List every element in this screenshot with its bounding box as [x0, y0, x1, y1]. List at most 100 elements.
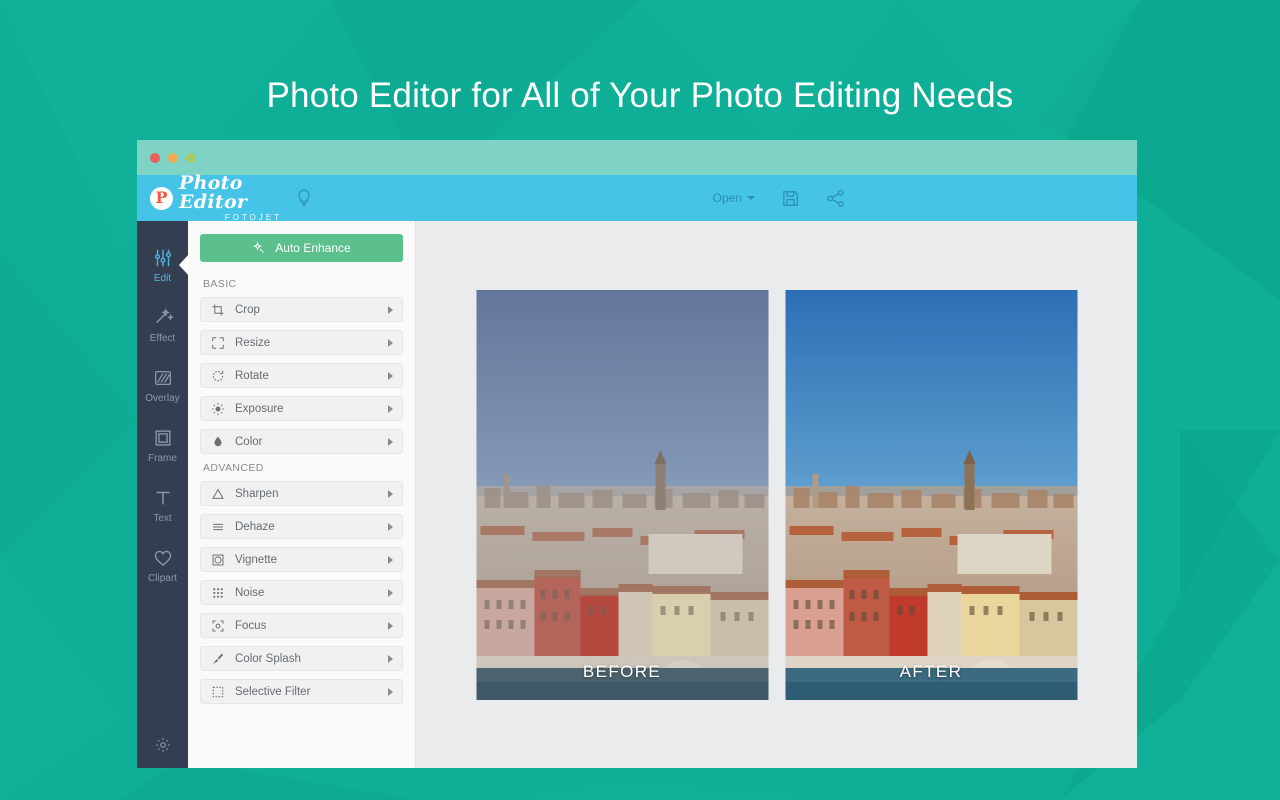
- sidebar-item-label: Clipart: [148, 573, 177, 584]
- tool-label: Focus: [235, 620, 388, 632]
- sidebar-item-effect[interactable]: Effect: [137, 295, 188, 355]
- save-button[interactable]: [781, 189, 800, 208]
- tool-focus[interactable]: Focus: [200, 613, 403, 638]
- share-icon: [826, 189, 845, 208]
- sliders-icon: [152, 247, 174, 269]
- frame-icon: [152, 427, 174, 449]
- chevron-right-icon: [388, 490, 393, 498]
- sidebar-item-clipart[interactable]: Clipart: [137, 535, 188, 595]
- chevron-right-icon: [388, 438, 393, 446]
- section-label-basic: BASIC: [203, 278, 403, 290]
- tool-label: Resize: [235, 337, 388, 349]
- brightness-icon: [211, 402, 225, 416]
- tool-sharpen[interactable]: Sharpen: [200, 481, 403, 506]
- sparkle-icon: [252, 241, 266, 255]
- chevron-right-icon: [388, 306, 393, 314]
- brush-icon: [211, 652, 225, 666]
- tool-selective-filter[interactable]: Selective Filter: [200, 679, 403, 704]
- editor-canvas[interactable]: BEFORE: [416, 221, 1137, 768]
- tool-label: Noise: [235, 587, 388, 599]
- sidebar-item-overlay[interactable]: Overlay: [137, 355, 188, 415]
- lightbulb-icon: [296, 189, 312, 207]
- chevron-right-icon: [388, 523, 393, 531]
- after-label: AFTER: [785, 662, 1077, 682]
- chevron-right-icon: [388, 688, 393, 696]
- photo-before[interactable]: BEFORE: [476, 290, 768, 700]
- section-label-advanced: ADVANCED: [203, 462, 403, 474]
- tool-label: Exposure: [235, 403, 388, 415]
- tool-noise[interactable]: Noise: [200, 580, 403, 605]
- app-logo: P Photo Editor FOTOJET: [137, 174, 282, 222]
- tool-label: Color Splash: [235, 653, 388, 665]
- open-menu[interactable]: Open: [713, 191, 755, 205]
- logo-subtitle: FOTOJET: [179, 214, 282, 222]
- tool-crop[interactable]: Crop: [200, 297, 403, 322]
- window-minimize-button[interactable]: [168, 153, 178, 163]
- primary-nav-rail: Edit Effect Overlay: [137, 221, 188, 768]
- tool-dehaze[interactable]: Dehaze: [200, 514, 403, 539]
- sidebar-item-text[interactable]: Text: [137, 475, 188, 535]
- tool-color-splash[interactable]: Color Splash: [200, 646, 403, 671]
- lines-icon: [211, 520, 225, 534]
- window-titlebar: [137, 140, 1137, 175]
- chevron-right-icon: [388, 339, 393, 347]
- chevron-right-icon: [388, 405, 393, 413]
- auto-enhance-label: Auto Enhance: [275, 241, 350, 255]
- app-window: P Photo Editor FOTOJET Open: [137, 140, 1137, 768]
- magic-wand-icon: [152, 307, 174, 329]
- tool-label: Dehaze: [235, 521, 388, 533]
- tool-label: Color: [235, 436, 388, 448]
- droplet-icon: [211, 435, 225, 449]
- sidebar-item-edit[interactable]: Edit: [137, 235, 188, 295]
- sidebar-item-label: Overlay: [145, 393, 179, 404]
- sidebar-item-label: Edit: [154, 273, 171, 284]
- logo-title: Photo Editor: [179, 174, 282, 212]
- tool-label: Crop: [235, 304, 388, 316]
- window-close-button[interactable]: [150, 153, 160, 163]
- tool-label: Selective Filter: [235, 686, 388, 698]
- rotate-icon: [211, 369, 225, 383]
- tool-vignette[interactable]: Vignette: [200, 547, 403, 572]
- tool-label: Sharpen: [235, 488, 388, 500]
- tips-button[interactable]: [296, 189, 312, 207]
- tool-label: Vignette: [235, 554, 388, 566]
- resize-icon: [211, 336, 225, 350]
- open-menu-label: Open: [713, 191, 742, 205]
- overlay-icon: [152, 367, 174, 389]
- dashed-square-icon: [211, 685, 225, 699]
- tool-exposure[interactable]: Exposure: [200, 396, 403, 421]
- chevron-right-icon: [388, 589, 393, 597]
- vignette-icon: [211, 553, 225, 567]
- before-image: [476, 290, 768, 700]
- tool-label: Rotate: [235, 370, 388, 382]
- sidebar-item-label: Text: [153, 513, 171, 524]
- auto-enhance-button[interactable]: Auto Enhance: [200, 234, 403, 262]
- tool-color[interactable]: Color: [200, 429, 403, 454]
- before-label: BEFORE: [476, 662, 768, 682]
- heart-icon: [152, 547, 174, 569]
- chevron-right-icon: [388, 622, 393, 630]
- page-title: Photo Editor for All of Your Photo Editi…: [0, 74, 1280, 118]
- chevron-down-icon: [747, 196, 755, 200]
- tools-panel: Auto Enhance BASIC Crop Resize: [188, 221, 416, 768]
- after-image: [785, 290, 1077, 700]
- sidebar-item-frame[interactable]: Frame: [137, 415, 188, 475]
- crop-icon: [211, 303, 225, 317]
- logo-letter: P: [155, 190, 167, 206]
- chevron-right-icon: [388, 372, 393, 380]
- tool-rotate[interactable]: Rotate: [200, 363, 403, 388]
- chevron-right-icon: [388, 556, 393, 564]
- grid-dots-icon: [211, 586, 225, 600]
- share-button[interactable]: [826, 189, 845, 208]
- sidebar-item-label: Frame: [148, 453, 177, 464]
- text-icon: [152, 487, 174, 509]
- sidebar-item-label: Effect: [150, 333, 175, 344]
- gear-icon: [154, 736, 172, 754]
- focus-icon: [211, 619, 225, 633]
- triangle-icon: [211, 487, 225, 501]
- settings-button[interactable]: [137, 736, 188, 754]
- photo-after[interactable]: AFTER: [785, 290, 1077, 700]
- tool-resize[interactable]: Resize: [200, 330, 403, 355]
- window-maximize-button[interactable]: [186, 153, 196, 163]
- logo-mark-icon: P: [150, 187, 173, 210]
